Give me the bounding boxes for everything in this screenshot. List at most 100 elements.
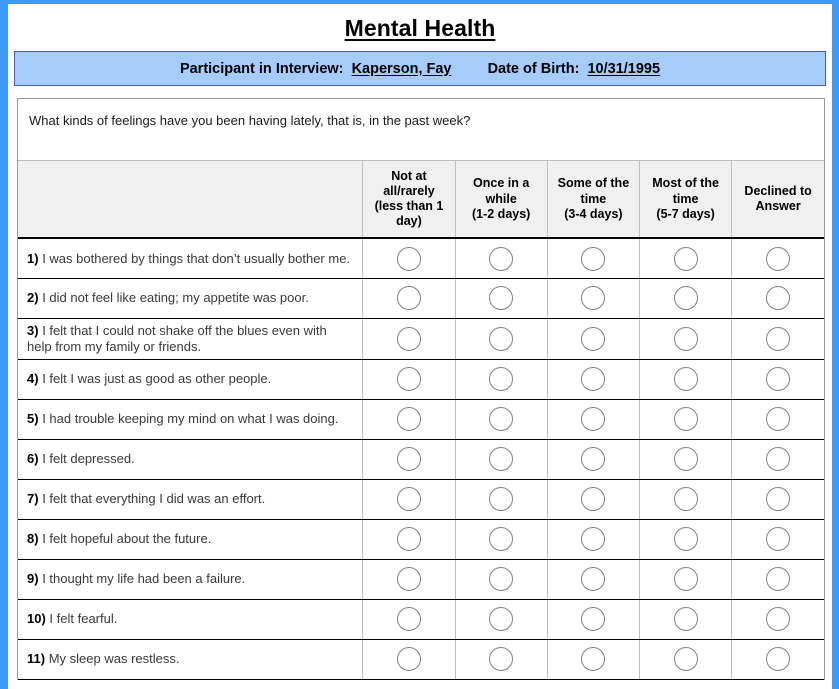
radio-button-once_in_a_while[interactable]	[489, 286, 514, 311]
radio-button-not_at_all[interactable]	[396, 407, 421, 432]
radio-button-once_in_a_while[interactable]	[489, 567, 514, 592]
option-cell-most_of_the_time[interactable]	[638, 318, 732, 360]
radio-button-once_in_a_while[interactable]	[489, 407, 514, 432]
option-cell-declined[interactable]	[731, 278, 824, 319]
radio-button-once_in_a_while[interactable]	[489, 246, 514, 271]
radio-button-most_of_the_time[interactable]	[673, 407, 698, 432]
radio-button-once_in_a_while[interactable]	[489, 647, 514, 672]
option-cell-declined[interactable]	[731, 318, 824, 360]
option-cell-not_at_all[interactable]	[362, 559, 456, 600]
option-cell-not_at_all[interactable]	[362, 519, 456, 560]
option-cell-once_in_a_while[interactable]	[454, 439, 548, 480]
radio-button-declined[interactable]	[766, 567, 791, 592]
option-cell-some_of_the_time[interactable]	[546, 599, 640, 640]
radio-button-once_in_a_while[interactable]	[489, 607, 514, 632]
radio-button-some_of_the_time[interactable]	[581, 607, 606, 632]
option-cell-declined[interactable]	[731, 359, 824, 400]
option-cell-most_of_the_time[interactable]	[638, 238, 732, 279]
radio-button-once_in_a_while[interactable]	[489, 487, 514, 512]
option-cell-once_in_a_while[interactable]	[454, 278, 548, 319]
radio-button-declined[interactable]	[766, 527, 791, 552]
radio-button-most_of_the_time[interactable]	[673, 367, 698, 392]
option-cell-declined[interactable]	[731, 439, 824, 480]
option-cell-most_of_the_time[interactable]	[638, 639, 732, 680]
radio-button-most_of_the_time[interactable]	[673, 487, 698, 512]
radio-button-not_at_all[interactable]	[396, 487, 421, 512]
option-cell-not_at_all[interactable]	[362, 439, 456, 480]
radio-button-not_at_all[interactable]	[396, 326, 421, 351]
radio-button-some_of_the_time[interactable]	[581, 647, 606, 672]
option-cell-declined[interactable]	[731, 559, 824, 600]
option-cell-not_at_all[interactable]	[362, 399, 456, 440]
radio-button-declined[interactable]	[766, 246, 791, 271]
radio-button-most_of_the_time[interactable]	[673, 527, 698, 552]
radio-button-declined[interactable]	[766, 487, 791, 512]
option-cell-some_of_the_time[interactable]	[546, 399, 640, 440]
radio-button-not_at_all[interactable]	[396, 567, 421, 592]
radio-button-most_of_the_time[interactable]	[673, 447, 698, 472]
option-cell-some_of_the_time[interactable]	[546, 559, 640, 600]
radio-button-not_at_all[interactable]	[396, 286, 421, 311]
option-cell-not_at_all[interactable]	[362, 359, 456, 400]
option-cell-once_in_a_while[interactable]	[454, 479, 548, 520]
radio-button-declined[interactable]	[766, 286, 791, 311]
radio-button-most_of_the_time[interactable]	[673, 246, 698, 271]
option-cell-once_in_a_while[interactable]	[454, 519, 548, 560]
radio-button-most_of_the_time[interactable]	[673, 326, 698, 351]
option-cell-most_of_the_time[interactable]	[638, 519, 732, 560]
radio-button-some_of_the_time[interactable]	[581, 527, 606, 552]
option-cell-some_of_the_time[interactable]	[546, 639, 640, 680]
option-cell-most_of_the_time[interactable]	[638, 278, 732, 319]
radio-button-not_at_all[interactable]	[396, 607, 421, 632]
option-cell-some_of_the_time[interactable]	[546, 439, 640, 480]
option-cell-once_in_a_while[interactable]	[454, 359, 548, 400]
radio-button-once_in_a_while[interactable]	[489, 326, 514, 351]
radio-button-declined[interactable]	[766, 367, 791, 392]
radio-button-declined[interactable]	[766, 647, 791, 672]
option-cell-not_at_all[interactable]	[362, 599, 456, 640]
option-cell-declined[interactable]	[731, 519, 824, 560]
option-cell-declined[interactable]	[731, 599, 824, 640]
option-cell-declined[interactable]	[731, 479, 824, 520]
option-cell-most_of_the_time[interactable]	[638, 399, 732, 440]
option-cell-not_at_all[interactable]	[362, 479, 456, 520]
option-cell-some_of_the_time[interactable]	[546, 318, 640, 360]
radio-button-declined[interactable]	[766, 326, 791, 351]
radio-button-some_of_the_time[interactable]	[581, 407, 606, 432]
option-cell-some_of_the_time[interactable]	[546, 479, 640, 520]
option-cell-not_at_all[interactable]	[362, 278, 456, 319]
radio-button-some_of_the_time[interactable]	[581, 487, 606, 512]
radio-button-not_at_all[interactable]	[396, 527, 421, 552]
option-cell-not_at_all[interactable]	[362, 318, 456, 360]
option-cell-some_of_the_time[interactable]	[546, 278, 640, 319]
option-cell-once_in_a_while[interactable]	[454, 318, 548, 360]
option-cell-declined[interactable]	[731, 238, 824, 279]
option-cell-some_of_the_time[interactable]	[546, 519, 640, 560]
option-cell-once_in_a_while[interactable]	[454, 639, 548, 680]
radio-button-not_at_all[interactable]	[396, 367, 421, 392]
radio-button-some_of_the_time[interactable]	[581, 246, 606, 271]
radio-button-declined[interactable]	[766, 447, 791, 472]
radio-button-some_of_the_time[interactable]	[581, 447, 606, 472]
radio-button-some_of_the_time[interactable]	[581, 326, 606, 351]
option-cell-once_in_a_while[interactable]	[454, 238, 548, 279]
option-cell-once_in_a_while[interactable]	[454, 399, 548, 440]
radio-button-declined[interactable]	[766, 407, 791, 432]
radio-button-declined[interactable]	[766, 607, 791, 632]
option-cell-most_of_the_time[interactable]	[638, 559, 732, 600]
option-cell-most_of_the_time[interactable]	[638, 439, 732, 480]
radio-button-most_of_the_time[interactable]	[673, 647, 698, 672]
radio-button-most_of_the_time[interactable]	[673, 607, 698, 632]
radio-button-not_at_all[interactable]	[396, 246, 421, 271]
option-cell-most_of_the_time[interactable]	[638, 479, 732, 520]
radio-button-some_of_the_time[interactable]	[581, 567, 606, 592]
radio-button-most_of_the_time[interactable]	[673, 286, 698, 311]
option-cell-most_of_the_time[interactable]	[638, 359, 732, 400]
option-cell-most_of_the_time[interactable]	[638, 599, 732, 640]
radio-button-some_of_the_time[interactable]	[581, 286, 606, 311]
option-cell-once_in_a_while[interactable]	[454, 599, 548, 640]
option-cell-declined[interactable]	[731, 639, 824, 680]
option-cell-some_of_the_time[interactable]	[546, 359, 640, 400]
option-cell-not_at_all[interactable]	[362, 639, 456, 680]
option-cell-some_of_the_time[interactable]	[546, 238, 640, 279]
